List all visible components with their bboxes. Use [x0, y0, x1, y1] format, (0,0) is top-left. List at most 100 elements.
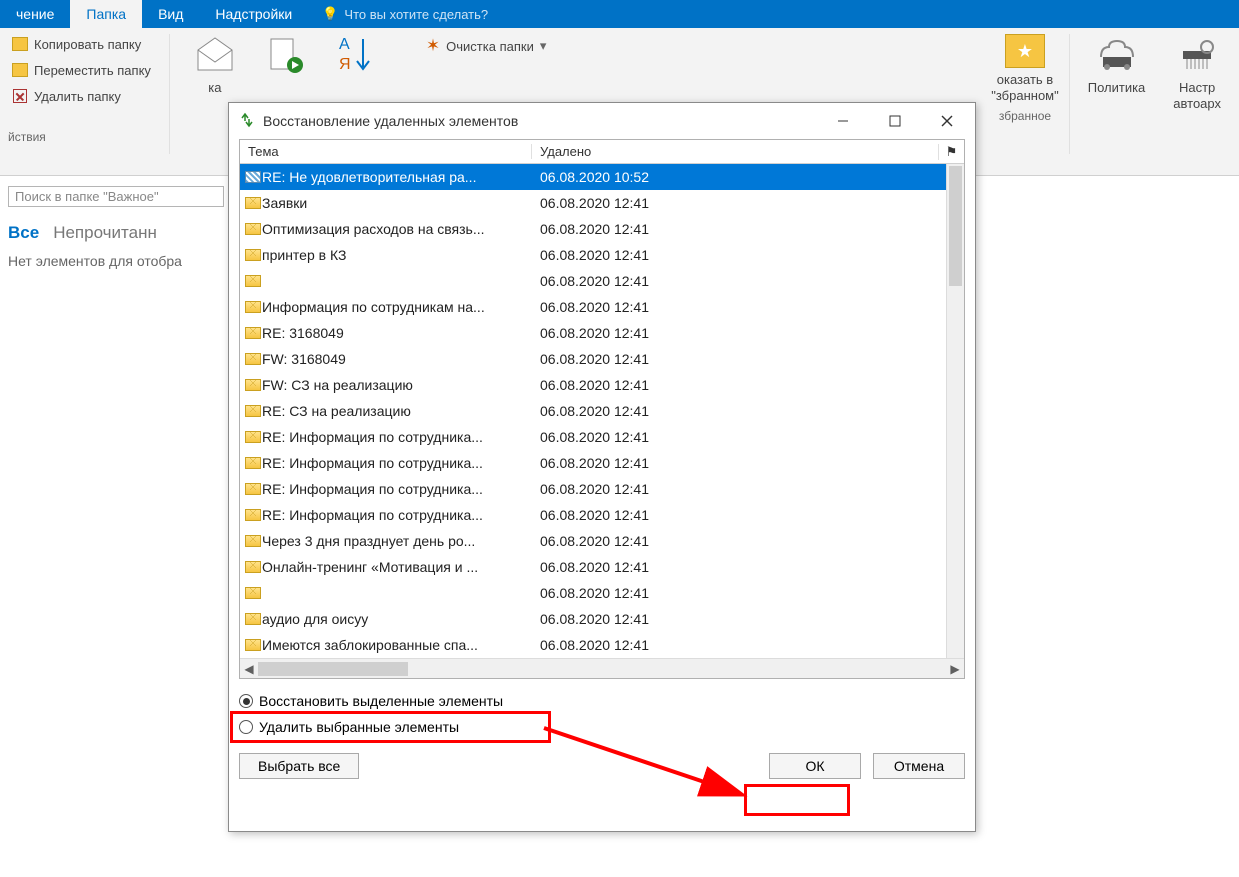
list-item[interactable]: RE: 316804906.08.2020 12:41 [240, 320, 964, 346]
policy-group[interactable]: Политика [1078, 34, 1156, 154]
tell-me-placeholder: Что вы хотите сделать? [344, 7, 488, 22]
list-item[interactable]: RE: Информация по сотрудника...06.08.202… [240, 424, 964, 450]
ok-button[interactable]: ОК [769, 753, 861, 779]
tab-truncated-left[interactable]: чение [0, 0, 70, 28]
move-folder-icon [12, 62, 28, 78]
row-deleted: 06.08.2020 12:41 [532, 455, 964, 471]
delete-folder-icon [12, 88, 28, 104]
mail-icon [240, 535, 262, 547]
policy-icon [1096, 34, 1138, 76]
envelope-group-label: ка [208, 80, 221, 96]
hscroll-right-arrow[interactable]: ▶ [946, 662, 964, 676]
list-item[interactable]: RE: СЗ на реализацию06.08.2020 12:41 [240, 398, 964, 424]
mail-icon [240, 431, 262, 443]
radio-dot-icon [239, 720, 253, 734]
list-item[interactable]: 06.08.2020 12:41 [240, 580, 964, 606]
row-subject: аудио для оисуу [262, 611, 532, 627]
tab-folder[interactable]: Папка [70, 0, 142, 28]
row-subject: RE: Не удовлетворительная ра... [262, 169, 532, 185]
list-item[interactable]: RE: Информация по сотрудника...06.08.202… [240, 502, 964, 528]
open-envelope-icon [194, 34, 236, 76]
hscroll-thumb[interactable] [258, 662, 408, 676]
svg-text:А: А [339, 36, 350, 53]
tab-view[interactable]: Вид [142, 0, 199, 28]
list-item[interactable]: Информация по сотрудникам на...06.08.202… [240, 294, 964, 320]
mail-icon [240, 587, 262, 599]
radio-restore-label: Восстановить выделенные элементы [259, 693, 503, 709]
col-header-deleted[interactable]: Удалено [532, 144, 938, 159]
mail-icon [240, 509, 262, 521]
radio-delete[interactable]: Удалить выбранные элементы [239, 719, 965, 735]
vscroll-thumb[interactable] [949, 166, 962, 286]
mail-icon [240, 613, 262, 625]
row-subject: Информация по сотрудникам на... [262, 299, 532, 315]
autoarchive-label-1: Настр [1179, 80, 1215, 95]
dialog-titlebar: Восстановление удаленных элементов [229, 103, 975, 139]
mail-icon [240, 379, 262, 391]
row-subject: RE: 3168049 [262, 325, 532, 341]
minimize-button[interactable] [821, 106, 865, 136]
vertical-scrollbar[interactable] [946, 164, 964, 658]
list-item[interactable]: Онлайн-тренинг «Мотивация и ...06.08.202… [240, 554, 964, 580]
cancel-button[interactable]: Отмена [873, 753, 965, 779]
mail-icon [240, 223, 262, 235]
tab-addins[interactable]: Надстройки [199, 0, 308, 28]
sort-az-icon: АЯ [334, 34, 376, 76]
deleted-items-list: Тема Удалено ⚑ RE: Не удовлетворительная… [239, 139, 965, 679]
move-folder-button[interactable]: Переместить папку [8, 60, 155, 80]
mail-icon [240, 405, 262, 417]
col-header-flag[interactable]: ⚑ [938, 144, 964, 160]
favorites-group-label: збранное [999, 109, 1051, 123]
search-input[interactable]: Поиск в папке "Важное" [8, 186, 224, 207]
list-item[interactable]: принтер в КЗ06.08.2020 12:41 [240, 242, 964, 268]
list-item[interactable]: Оптимизация расходов на связь...06.08.20… [240, 216, 964, 242]
hscroll-left-arrow[interactable]: ◀ [240, 662, 258, 676]
favorites-star-icon: ★ [1005, 34, 1045, 68]
list-item[interactable]: RE: Информация по сотрудника...06.08.202… [240, 450, 964, 476]
radio-restore[interactable]: Восстановить выделенные элементы [239, 693, 965, 709]
row-subject: Через 3 дня празднует день ро... [262, 533, 532, 549]
list-item[interactable]: 06.08.2020 12:41 [240, 268, 964, 294]
list-item[interactable]: аудио для оисуу06.08.2020 12:41 [240, 606, 964, 632]
folder-actions-group-label: йствия [8, 130, 155, 144]
row-deleted: 06.08.2020 12:41 [532, 481, 964, 497]
chevron-down-icon: ▾ [540, 38, 547, 54]
delete-folder-button[interactable]: Удалить папку [8, 86, 155, 106]
clean-folder-menu[interactable]: ✶ Очистка папки ▾ [424, 34, 548, 58]
horizontal-scrollbar[interactable]: ◀ ▶ [240, 658, 964, 678]
mail-icon [240, 171, 262, 183]
col-header-theme[interactable]: Тема [240, 144, 532, 159]
recycle-icon [239, 112, 255, 131]
close-button[interactable] [925, 106, 969, 136]
search-placeholder: Поиск в папке "Важное" [15, 189, 159, 204]
list-item[interactable]: Имеются заблокированные спа...06.08.2020… [240, 632, 964, 658]
list-item[interactable]: Заявки06.08.2020 12:41 [240, 190, 964, 216]
top-tab-bar: чение Папка Вид Надстройки 💡 Что вы хоти… [0, 0, 1239, 28]
maximize-button[interactable] [873, 106, 917, 136]
filter-unread[interactable]: Непрочитанн [53, 223, 157, 243]
show-fav-label-2: "збранном" [991, 88, 1058, 103]
list-item[interactable]: Через 3 дня празднует день ро...06.08.20… [240, 528, 964, 554]
copy-folder-button[interactable]: Копировать папку [8, 34, 155, 54]
row-subject: RE: Информация по сотрудника... [262, 481, 532, 497]
row-subject: FW: 3168049 [262, 351, 532, 367]
show-favorites-group[interactable]: ★ оказать в"збранном" збранное [981, 34, 1069, 154]
list-item[interactable]: FW: СЗ на реализацию06.08.2020 12:41 [240, 372, 964, 398]
tell-me-box[interactable]: 💡 Что вы хотите сделать? [308, 0, 488, 28]
radio-dot-icon [239, 694, 253, 708]
list-item[interactable]: RE: Информация по сотрудника...06.08.202… [240, 476, 964, 502]
row-subject: Заявки [262, 195, 532, 211]
move-folder-label: Переместить папку [34, 63, 151, 78]
filter-all[interactable]: Все [8, 223, 39, 243]
autoarchive-group[interactable]: Настравтоарх [1163, 34, 1231, 154]
select-all-button[interactable]: Выбрать все [239, 753, 359, 779]
list-item[interactable]: FW: 316804906.08.2020 12:41 [240, 346, 964, 372]
row-subject: Онлайн-тренинг «Мотивация и ... [262, 559, 532, 575]
list-item[interactable]: RE: Не удовлетворительная ра...06.08.202… [240, 164, 964, 190]
row-deleted: 06.08.2020 12:41 [532, 299, 964, 315]
row-subject: RE: Информация по сотрудника... [262, 507, 532, 523]
mail-icon [240, 197, 262, 209]
row-subject: Имеются заблокированные спа... [262, 637, 532, 653]
row-deleted: 06.08.2020 12:41 [532, 325, 964, 341]
row-deleted: 06.08.2020 12:41 [532, 559, 964, 575]
